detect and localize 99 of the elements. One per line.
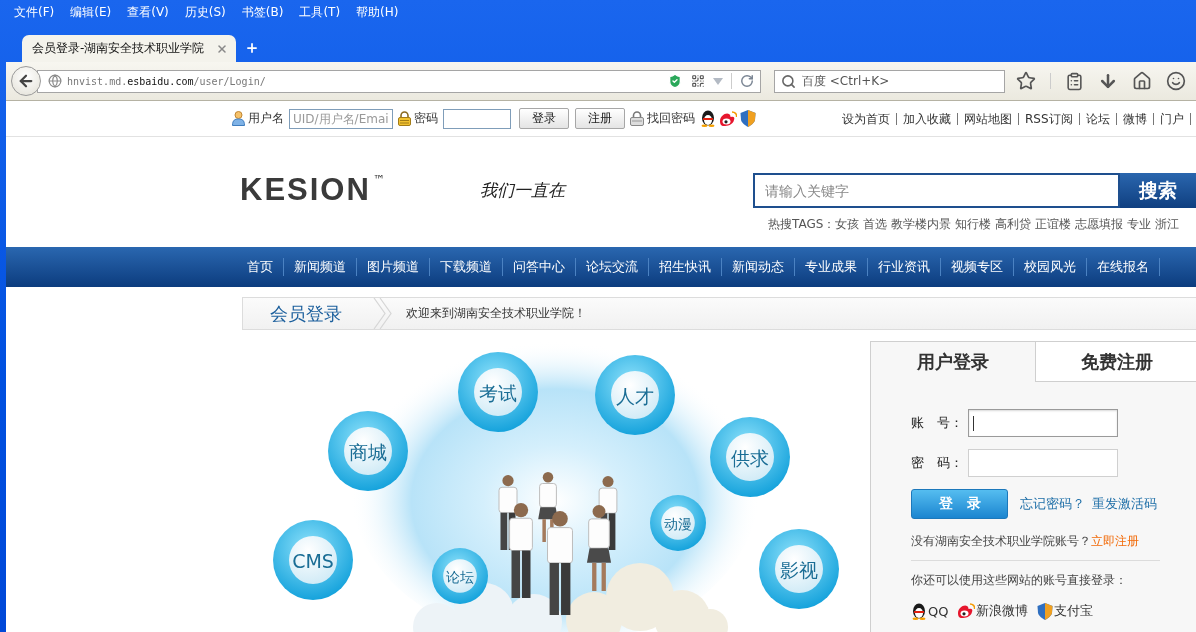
nav-link[interactable]: 问答中心 <box>503 258 576 276</box>
reload-icon[interactable] <box>740 74 754 88</box>
top-link[interactable]: 门户 <box>1153 112 1191 125</box>
topic-bubble: 人才 <box>595 355 675 435</box>
nav-link[interactable]: 招生快讯 <box>649 258 722 276</box>
section-title: 会员登录 <box>270 301 342 326</box>
register-prompt: 没有湖南安全技术职业学院账号？ <box>911 533 1091 550</box>
star-icon[interactable] <box>1016 71 1036 91</box>
logo-wordmark[interactable]: KESION <box>240 173 371 207</box>
username-label: 用户名 <box>248 110 284 127</box>
menu-item[interactable]: 文件(F) <box>6 4 63 21</box>
top-bar-button[interactable]: 登录 <box>519 108 569 129</box>
smiley-icon[interactable] <box>1166 71 1186 91</box>
top-link[interactable]: 加入收藏 <box>897 112 958 125</box>
nav-link[interactable]: 行业资讯 <box>868 258 941 276</box>
address-field[interactable]: hnvist.md.esbaidu.com/user/Login/ <box>37 69 761 93</box>
field-label: 密 码： <box>911 454 964 472</box>
tag-link[interactable]: 知行楼 <box>955 216 992 233</box>
topic-bubble: 供求 <box>710 417 790 497</box>
home-icon[interactable] <box>1132 71 1152 91</box>
search-field[interactable]: 百度 <Ctrl+K> <box>774 69 1005 93</box>
shield-icon[interactable] <box>1037 602 1054 620</box>
topic-bubble: 商城 <box>328 411 408 491</box>
lock-icon <box>398 111 411 126</box>
site-search-field[interactable]: 请输入关键字 <box>753 173 1120 208</box>
eye-logo-icon[interactable] <box>719 110 737 127</box>
globe-icon <box>48 74 62 88</box>
menu-item[interactable]: 工具(T) <box>291 4 349 21</box>
topic-bubble: 考试 <box>458 352 538 432</box>
topic-bubble: 论坛 <box>432 548 488 604</box>
tag-link[interactable]: 志愿填报 <box>1075 216 1124 233</box>
penguin-icon[interactable] <box>911 602 927 620</box>
top-link[interactable]: 微博 <box>1116 112 1154 125</box>
nav-link[interactable]: 下载频道 <box>430 258 503 276</box>
slogan-text: 我们一直在 <box>480 180 565 200</box>
search-button[interactable]: 搜索 <box>1120 173 1196 208</box>
shield-check-icon[interactable] <box>667 73 683 89</box>
top-link[interactable]: 论坛 <box>1079 112 1117 125</box>
input-field[interactable] <box>968 409 1118 437</box>
penguin-icon[interactable] <box>700 110 716 127</box>
lock-icon <box>630 111 644 126</box>
plus-icon[interactable] <box>245 41 259 55</box>
nav-link[interactable]: 图片频道 <box>357 258 430 276</box>
social-login-link[interactable]: 支付宝 <box>1054 602 1094 620</box>
user-icon <box>232 111 245 126</box>
menu-item[interactable]: 查看(V) <box>119 4 177 21</box>
input-field[interactable] <box>968 449 1118 477</box>
social-login-link[interactable]: QQ <box>928 603 949 619</box>
tag-link[interactable]: 正谊楼 <box>1035 216 1072 233</box>
url-text: hnvist.md.esbaidu.com/user/Login/ <box>67 75 266 87</box>
account-link[interactable]: 重发激活码 <box>1092 495 1157 513</box>
browser-tab[interactable]: 会员登录-湖南安全技术职业学院 <box>22 35 236 62</box>
recover-password-link[interactable]: 找回密码 <box>647 110 695 127</box>
search-icon <box>781 73 796 89</box>
eye-logo-icon[interactable] <box>957 603 976 619</box>
nav-link[interactable]: 专业成果 <box>795 258 868 276</box>
clipboard-icon[interactable] <box>1065 71 1084 91</box>
account-link[interactable]: 忘记密码？ <box>1020 495 1085 513</box>
top-bar-button[interactable]: 注册 <box>575 108 625 129</box>
nav-link[interactable]: 论坛交流 <box>576 258 649 276</box>
topic-bubble: 影视 <box>759 529 839 609</box>
menu-item[interactable]: 历史(S) <box>176 4 234 21</box>
menu-item[interactable]: 书签(B) <box>233 4 292 21</box>
menu-item[interactable]: 编辑(E) <box>62 4 120 21</box>
top-link[interactable]: 网站地图 <box>958 112 1019 125</box>
nav-link[interactable]: 校园风光 <box>1014 258 1087 276</box>
nav-link[interactable]: 视频专区 <box>941 258 1014 276</box>
topic-bubble: 动漫 <box>650 495 706 551</box>
password-label: 密码 <box>414 110 438 127</box>
hot-tags-label: 热搜TAGS： <box>768 216 836 233</box>
tag-link[interactable]: 高利贷 <box>995 216 1032 233</box>
social-login-link[interactable]: 新浪微博 <box>976 602 1029 620</box>
qr-code-icon[interactable] <box>691 74 705 88</box>
back-button[interactable] <box>11 66 41 96</box>
tag-link[interactable]: 首选 <box>863 216 888 233</box>
nav-link[interactable]: 首页 <box>237 258 284 276</box>
tag-link[interactable]: 专业 <box>1127 216 1152 233</box>
top-link[interactable]: 设为首页 <box>842 112 897 125</box>
password-field[interactable] <box>443 108 511 129</box>
back-icon <box>17 72 35 90</box>
field-label: 账 号： <box>911 414 964 432</box>
tab-title: 会员登录-湖南安全技术职业学院 <box>32 40 205 57</box>
nav-link[interactable]: 在线报名 <box>1087 258 1160 276</box>
nav-link[interactable]: 新闻频道 <box>284 258 357 276</box>
login-tab[interactable]: 免费注册 <box>1034 342 1196 382</box>
tag-link[interactable]: 浙江 <box>1155 216 1180 233</box>
social-login-prompt: 你还可以使用这些网站的账号直接登录： <box>911 572 1127 589</box>
menu-item[interactable]: 帮助(H) <box>348 4 407 21</box>
welcome-text: 欢迎来到湖南安全技术职业学院！ <box>406 305 586 322</box>
username-field[interactable]: UID/用户名/Emai <box>289 108 393 129</box>
close-icon[interactable] <box>216 42 228 55</box>
topic-bubble: CMS <box>273 520 353 600</box>
tag-link[interactable]: 教学楼内景 <box>891 216 952 233</box>
trademark-text: ™ <box>372 173 385 187</box>
shield-icon[interactable] <box>740 110 756 127</box>
tag-link[interactable]: 女孩 <box>835 216 860 233</box>
top-link[interactable]: RSS订阅 <box>1019 112 1080 125</box>
download-icon[interactable] <box>1098 71 1118 91</box>
nav-link[interactable]: 新闻动态 <box>722 258 795 276</box>
